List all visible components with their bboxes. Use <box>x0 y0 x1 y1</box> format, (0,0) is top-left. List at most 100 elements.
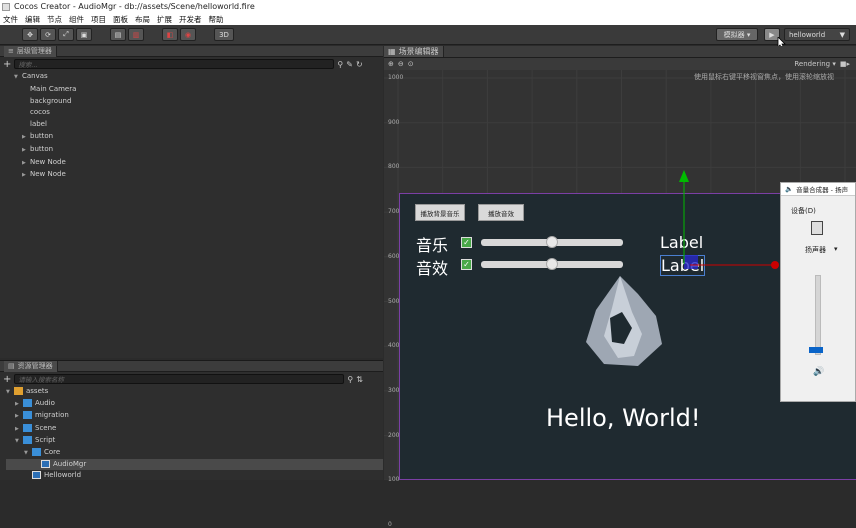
volume-mixer-window[interactable]: 🔈 音量合成器 - 扬声 设备(D) 扬声器 ▾ 🔊 <box>780 182 856 402</box>
expand-arrow-icon[interactable]: ▼ <box>6 387 14 398</box>
local-global-icon[interactable]: ▥ <box>128 28 144 41</box>
expand-arrow-icon[interactable]: ▼ <box>14 72 22 84</box>
expand-arrow-icon[interactable]: ▶ <box>15 424 23 435</box>
toggle-3d-button[interactable]: 3D <box>214 28 234 41</box>
menu-item-5[interactable]: 面板 <box>113 14 128 25</box>
menu-item-8[interactable]: 开发者 <box>179 14 202 25</box>
menu-item-4[interactable]: 项目 <box>91 14 106 25</box>
hierarchy-node[interactable]: ▶ New Node <box>6 157 383 170</box>
y-axis-tick: 0 <box>388 521 392 528</box>
expand-arrow-icon[interactable]: ▼ <box>24 448 32 459</box>
volume-slider-knob[interactable] <box>809 347 823 353</box>
search-icon[interactable]: ⚲ <box>347 375 353 384</box>
asset-item[interactable]: ▼ assets <box>6 386 383 398</box>
add-asset-icon[interactable]: + <box>3 374 11 385</box>
tab-scene-editor[interactable]: ▦ 场景编辑器 <box>384 46 444 57</box>
y-axis-tick: 400 <box>388 342 400 350</box>
hierarchy-node[interactable]: cocos <box>6 107 383 119</box>
hierarchy-search-input[interactable]: 搜索... <box>14 59 335 69</box>
volume-track[interactable] <box>815 275 821 355</box>
folder-icon <box>23 399 32 408</box>
scene-select-value: helloworld <box>789 30 826 39</box>
expand-arrow-icon[interactable]: ▶ <box>15 399 23 410</box>
move-gizmo[interactable] <box>660 160 790 275</box>
ts-file-icon <box>32 471 41 480</box>
play-bgm-button[interactable]: 播放背景音乐 <box>415 204 465 221</box>
mute-speaker-icon[interactable]: 🔊 <box>813 367 824 377</box>
sort-icon[interactable]: ⇅ <box>356 375 363 384</box>
snap-icon[interactable]: ◉ <box>180 28 196 41</box>
menu-item-9[interactable]: 帮助 <box>209 14 224 25</box>
expand-arrow-icon[interactable]: ▶ <box>22 170 30 182</box>
search-icon[interactable]: ⚲ <box>337 60 343 69</box>
asset-item[interactable]: ▶ Scene <box>6 423 383 435</box>
folder-icon <box>32 448 41 457</box>
rendering-label: Rendering <box>794 60 831 68</box>
y-axis-tick: 300 <box>388 386 400 394</box>
hierarchy-node-label: button <box>30 144 54 153</box>
menu-item-0[interactable]: 文件 <box>3 14 18 25</box>
expand-arrow-icon[interactable]: ▶ <box>15 411 23 422</box>
scene-toolbar: ⊕ ⊖ ⊙ Rendering ▾ ■▸ <box>384 58 856 70</box>
expand-arrow-icon[interactable]: ▶ <box>22 132 30 144</box>
tab-hierarchy[interactable]: ≡ 层级管理器 <box>4 45 57 57</box>
device-select[interactable]: 扬声器 ▾ <box>805 245 838 255</box>
expand-arrow-icon[interactable]: ▶ <box>22 145 30 157</box>
y-axis-tick: 1000 <box>388 74 404 81</box>
asset-item[interactable]: ▶ Audio <box>6 398 383 410</box>
asset-item[interactable]: ▼ Script <box>6 435 383 447</box>
camera-icon[interactable]: ■▸ <box>840 60 850 68</box>
sfx-checkbox[interactable]: ✓ <box>461 259 472 270</box>
y-axis-tick: 900 <box>388 118 400 126</box>
assets-panel: ▤ 资源管理器 + 请输入搜索名称 ⚲ ⇅ ▼ assets ▶ Audio ▶ migr… <box>0 360 383 480</box>
folder-icon <box>23 411 32 420</box>
refresh-icon[interactable]: ↻ <box>356 60 363 69</box>
hierarchy-node[interactable]: label <box>6 119 383 131</box>
edit-icon[interactable]: ✎ <box>346 60 353 69</box>
menu-item-7[interactable]: 扩展 <box>157 14 172 25</box>
hierarchy-node[interactable]: ▶ New Node <box>6 169 383 182</box>
menu-item-2[interactable]: 节点 <box>47 14 62 25</box>
move-tool-icon[interactable]: ✥ <box>22 28 38 41</box>
mixer-title: 音量合成器 - 扬声 <box>796 186 849 194</box>
asset-item[interactable]: ▼ Core <box>6 447 383 459</box>
menu-item-1[interactable]: 编辑 <box>25 14 40 25</box>
y-axis-tick: 700 <box>388 208 400 216</box>
simulator-dropdown[interactable]: 模拟器 ▾ <box>716 28 758 41</box>
hierarchy-node-label: cocos <box>30 108 50 117</box>
asset-item[interactable]: ▶ migration <box>6 410 383 422</box>
hierarchy-node[interactable]: ▶ button <box>6 131 383 144</box>
hierarchy-node[interactable]: ▼ Canvas <box>6 71 383 84</box>
window-title: Cocos Creator - AudioMgr - db://assets/S… <box>14 2 255 11</box>
zoom-reset-icon[interactable]: ⊙ <box>408 60 414 68</box>
hierarchy-node[interactable]: Main Camera <box>6 84 383 96</box>
hierarchy-header: ≡ 层级管理器 <box>0 45 383 57</box>
pivot-icon[interactable]: ▤ <box>110 28 126 41</box>
music-slider-knob[interactable] <box>546 236 558 248</box>
scale-tool-icon[interactable]: ⤢ <box>58 28 74 41</box>
rect-tool-icon[interactable]: ▣ <box>76 28 92 41</box>
assets-search-input[interactable]: 请输入搜索名称 <box>14 374 345 384</box>
expand-arrow-icon[interactable]: ▼ <box>15 436 23 447</box>
scene-hint: 使用鼠标右键平移视窗焦点，使用滚轮缩放视 <box>694 73 834 81</box>
zoom-out-icon[interactable]: ⊖ <box>398 60 404 68</box>
rotate-tool-icon[interactable]: ⟳ <box>40 28 56 41</box>
zoom-in-icon[interactable]: ⊕ <box>388 60 394 68</box>
menu-item-6[interactable]: 布局 <box>135 14 150 25</box>
gizmo-icon[interactable]: ◧ <box>162 28 178 41</box>
sfx-slider-knob[interactable] <box>546 258 558 270</box>
music-checkbox[interactable]: ✓ <box>461 237 472 248</box>
y-axis-tick: 200 <box>388 431 400 439</box>
hierarchy-title: 层级管理器 <box>16 47 52 55</box>
hierarchy-node[interactable]: background <box>6 96 383 108</box>
rendering-dropdown[interactable]: Rendering ▾ <box>794 60 836 68</box>
menu-item-3[interactable]: 组件 <box>69 14 84 25</box>
expand-arrow-icon[interactable]: ▶ <box>22 158 30 170</box>
play-sfx-button[interactable]: 播放音效 <box>478 204 524 221</box>
tab-assets[interactable]: ▤ 资源管理器 <box>4 360 58 372</box>
asset-item[interactable]: AudioMgr <box>6 459 383 471</box>
hierarchy-node-label: label <box>30 120 47 129</box>
add-node-icon[interactable]: + <box>3 59 11 70</box>
scene-select[interactable]: helloworld ▼ <box>784 28 850 41</box>
hierarchy-node[interactable]: ▶ button <box>6 144 383 157</box>
